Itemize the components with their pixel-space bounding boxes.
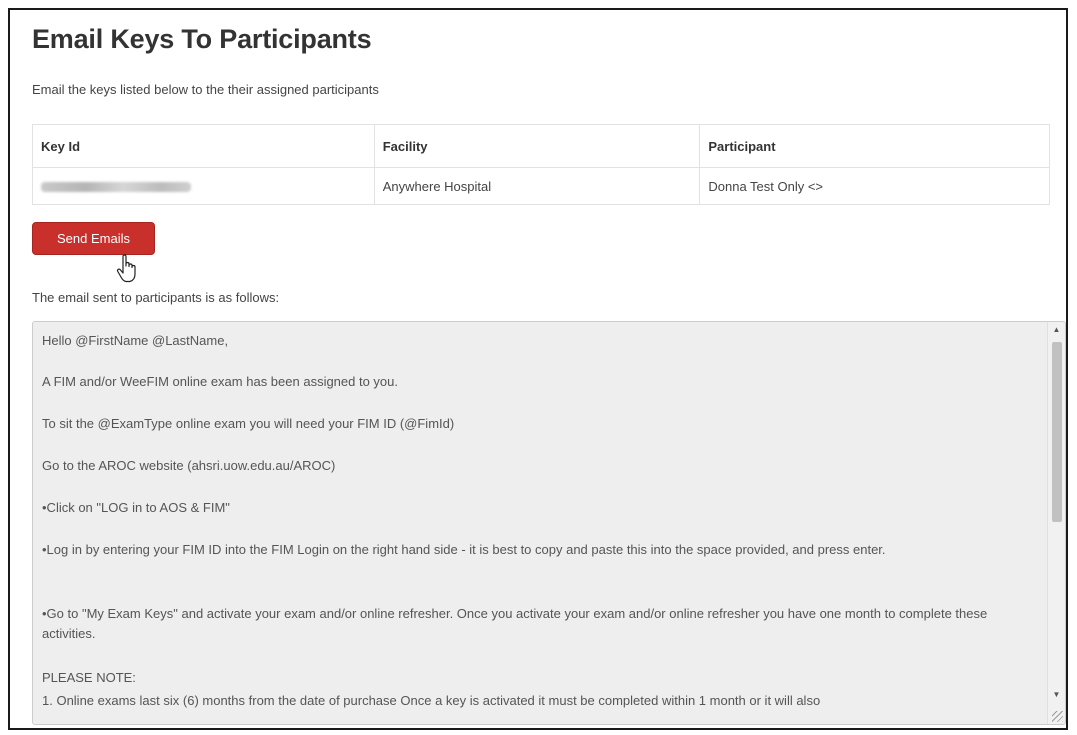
email-scrollbar[interactable]: ▲ ▼	[1047, 322, 1065, 724]
email-line: •Click on "LOG in to AOS & FIM"	[42, 500, 230, 515]
page-title: Email Keys To Participants	[32, 24, 372, 54]
email-line: A FIM and/or WeeFIM online exam has been…	[42, 374, 399, 389]
page-intro: Email the keys listed below to the their…	[32, 82, 379, 97]
hand-pointer-cursor-icon	[116, 254, 136, 283]
key-id-cell	[32, 167, 375, 205]
window-frame: Email Keys To Participants Email the key…	[8, 8, 1068, 730]
keys-table: Key Id Facility Participant Anywhere Hos…	[32, 124, 1050, 205]
scroll-thumb[interactable]	[1052, 342, 1062, 522]
participant-cell: Donna Test Only <>	[699, 167, 1050, 205]
email-line: To sit the @ExamType online exam you wil…	[42, 416, 455, 431]
table-header-row: Key Id Facility Participant	[32, 124, 1050, 168]
column-header-participant: Participant	[699, 124, 1050, 168]
resize-handle-icon[interactable]	[1052, 711, 1063, 722]
email-line: PLEASE NOTE:	[42, 670, 136, 685]
email-line: Go to the AROC website (ahsri.uow.edu.au…	[42, 458, 336, 473]
facility-cell: Anywhere Hospital	[373, 167, 701, 205]
scroll-up-arrow-icon[interactable]: ▲	[1048, 322, 1065, 338]
email-line: •Log in by entering your FIM ID into the…	[42, 542, 886, 557]
email-line: 1. Online exams last six (6) months from…	[42, 693, 821, 708]
send-emails-button[interactable]: Send Emails	[32, 222, 155, 255]
email-preview-label: The email sent to participants is as fol…	[32, 290, 280, 305]
column-header-facility: Facility	[373, 124, 701, 168]
scroll-down-arrow-icon[interactable]: ▼	[1048, 687, 1065, 703]
column-header-key-id: Key Id	[32, 124, 375, 168]
email-line: Hello @FirstName @LastName,	[42, 333, 229, 348]
table-row: Anywhere Hospital Donna Test Only <>	[32, 167, 1050, 205]
email-preview-textarea[interactable]: Hello @FirstName @LastName, A FIM and/or…	[32, 321, 1066, 725]
redacted-key-id	[41, 182, 191, 193]
email-line: •Go to "My Exam Keys" and activate your …	[42, 606, 988, 641]
